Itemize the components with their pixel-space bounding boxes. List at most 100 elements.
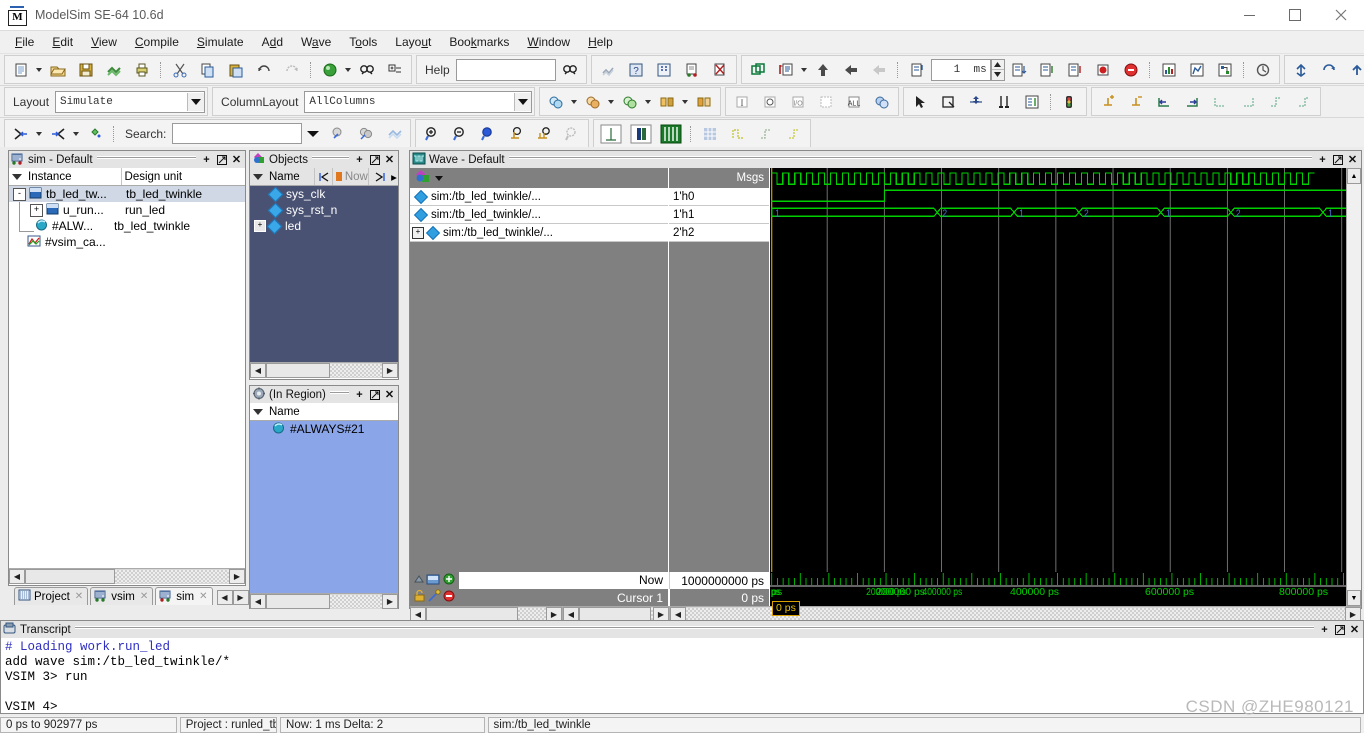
insert-cursor-icon[interactable]: [1095, 89, 1121, 115]
region-column-name[interactable]: Name: [266, 403, 396, 420]
tab-sim-close-icon[interactable]: ✕: [199, 591, 207, 602]
wave-vscroll-down-icon[interactable]: ▼: [1347, 590, 1361, 606]
tree-toggle-icon[interactable]: -: [13, 187, 26, 201]
collapse-signal-icon[interactable]: [45, 121, 71, 147]
sim-pane-undock-icon[interactable]: [215, 153, 228, 166]
signal-filter-icon[interactable]: [82, 121, 108, 147]
objects-column-name[interactable]: Name: [266, 168, 315, 185]
help-input[interactable]: [455, 58, 556, 81]
find-prev-falling-icon[interactable]: [1207, 89, 1233, 115]
menu-view[interactable]: View: [82, 33, 126, 51]
find-next-rising-icon[interactable]: [1291, 89, 1317, 115]
wave-grid-icon[interactable]: [697, 121, 723, 147]
wave-height-icon[interactable]: [617, 89, 643, 115]
tab-scroll-left-icon[interactable]: ◀: [216, 590, 233, 605]
edit-mode-icon[interactable]: [1019, 89, 1045, 115]
wave-split-view-icon[interactable]: [627, 121, 655, 147]
wave-edge-icon[interactable]: [753, 121, 779, 147]
wave-cursor-icons[interactable]: [413, 589, 459, 606]
wave-pane-grip[interactable]: [508, 155, 1312, 164]
filter-inout-icon[interactable]: I/O: [785, 89, 811, 115]
transcript-grip[interactable]: [74, 625, 1314, 634]
transcript-dock-icon[interactable]: +: [1318, 623, 1331, 636]
find-prev-rising-icon[interactable]: [1263, 89, 1289, 115]
wave-up-icon[interactable]: [1344, 57, 1364, 83]
radix-icon[interactable]: [543, 89, 569, 115]
transcript-close-icon[interactable]: ✕: [1348, 623, 1361, 636]
compile-order-icon[interactable]: [595, 57, 621, 83]
zoom-in-icon[interactable]: [419, 121, 445, 147]
menu-wave[interactable]: Wave: [292, 33, 340, 51]
delete-cursor-icon[interactable]: [1123, 89, 1149, 115]
region-pane-close-icon[interactable]: ✕: [383, 388, 396, 401]
step-into-icon[interactable]: [1034, 57, 1060, 83]
open-folder-icon[interactable]: [45, 57, 71, 83]
tree-row-always[interactable]: #ALW... tb_led_twinkle: [9, 214, 245, 234]
run-all-icon[interactable]: [838, 57, 864, 83]
chevron-down-icon[interactable]: [187, 92, 205, 111]
tab-sim[interactable]: sim ✕: [155, 587, 213, 605]
search-prev-icon[interactable]: [325, 121, 351, 147]
save-icon[interactable]: [73, 57, 99, 83]
menu-file[interactable]: File: [6, 33, 43, 51]
sim-pane-grip[interactable]: [96, 155, 196, 164]
objects-hscroll-right-icon[interactable]: ▶: [382, 363, 398, 378]
add-wave-icon[interactable]: [317, 57, 343, 83]
objects-hscrollbar[interactable]: ◀ ▶: [250, 362, 398, 378]
find-prev-transition-icon[interactable]: [1151, 89, 1177, 115]
dataflow-icon[interactable]: [1212, 57, 1238, 83]
new-file-dropdown-icon[interactable]: [36, 67, 42, 72]
end-simulation-icon[interactable]: [707, 57, 733, 83]
menu-tools[interactable]: Tools: [340, 33, 386, 51]
compile-all-icon[interactable]: [101, 57, 127, 83]
search-next-icon[interactable]: [353, 121, 379, 147]
print-icon[interactable]: [129, 57, 155, 83]
menu-add[interactable]: Add: [253, 33, 292, 51]
add-wave-dropdown-icon[interactable]: [345, 67, 351, 72]
menu-bookmarks[interactable]: Bookmarks: [440, 33, 518, 51]
filter-internal-icon[interactable]: [813, 89, 839, 115]
pan-mode-icon[interactable]: [963, 89, 989, 115]
step-icon[interactable]: [904, 57, 930, 83]
objects-pane-undock-icon[interactable]: [368, 153, 381, 166]
waveform-canvas[interactable]: 1 2 1 2 1 2 1: [770, 168, 1346, 572]
expand-signal-icon[interactable]: [8, 121, 34, 147]
minimize-button[interactable]: [1226, 0, 1272, 30]
wave-signal-row-3[interactable]: + sim:/tb_led_twinkle/...: [410, 224, 668, 242]
menu-window[interactable]: Window: [518, 33, 579, 51]
radix-dropdown-icon[interactable]: [571, 99, 578, 104]
stop-icon[interactable]: [1090, 57, 1116, 83]
zoom-out-icon[interactable]: [447, 121, 473, 147]
tab-vsim-close-icon[interactable]: ✕: [140, 591, 148, 602]
wave-single-view-icon[interactable]: [597, 121, 625, 147]
expand-signal-dropdown-icon[interactable]: [36, 131, 42, 136]
restart-icon[interactable]: [745, 57, 771, 83]
run-dropdown-icon[interactable]: [800, 67, 807, 72]
tree-row-tb-led-twinkle[interactable]: - tb_led_tw... tb_led_twinkle: [9, 186, 245, 202]
menu-help[interactable]: Help: [579, 33, 622, 51]
new-simulation-icon[interactable]: [651, 57, 677, 83]
region-hscrollbar[interactable]: ◀ ▶: [250, 593, 398, 609]
objects-pane-dock-icon[interactable]: +: [353, 153, 366, 166]
wave-now-icons[interactable]: [413, 572, 459, 589]
objects-sort-icon[interactable]: [253, 173, 263, 180]
objects-col-next-icon[interactable]: [369, 168, 387, 185]
sim-hscroll-right-icon[interactable]: ▶: [229, 569, 245, 584]
sim-pane-close-icon[interactable]: ✕: [230, 153, 243, 166]
object-row-sys-rst-n[interactable]: sys_rst_n: [250, 202, 398, 218]
sim-column-instance[interactable]: Instance: [25, 168, 122, 185]
sim-sort-icon[interactable]: [12, 173, 22, 180]
wave-radix-icon[interactable]: [415, 169, 431, 187]
sim-column-design-unit[interactable]: Design unit: [122, 168, 245, 185]
wave-signal-row-2[interactable]: sim:/tb_led_twinkle/...: [410, 206, 668, 224]
step-out-icon[interactable]: [1062, 57, 1088, 83]
objects-hscroll-left-icon[interactable]: ◀: [250, 363, 266, 378]
maximize-button[interactable]: [1272, 0, 1318, 30]
break-icon[interactable]: [866, 57, 892, 83]
object-expand-icon[interactable]: +: [254, 220, 266, 232]
find-next-transition-icon[interactable]: [1179, 89, 1205, 115]
menu-simulate[interactable]: Simulate: [188, 33, 253, 51]
zoom-cursor-icon[interactable]: [503, 121, 529, 147]
filter-input-icon[interactable]: I: [729, 89, 755, 115]
transcript-body[interactable]: # Loading work.run_led add wave sim:/tb_…: [1, 638, 1363, 715]
